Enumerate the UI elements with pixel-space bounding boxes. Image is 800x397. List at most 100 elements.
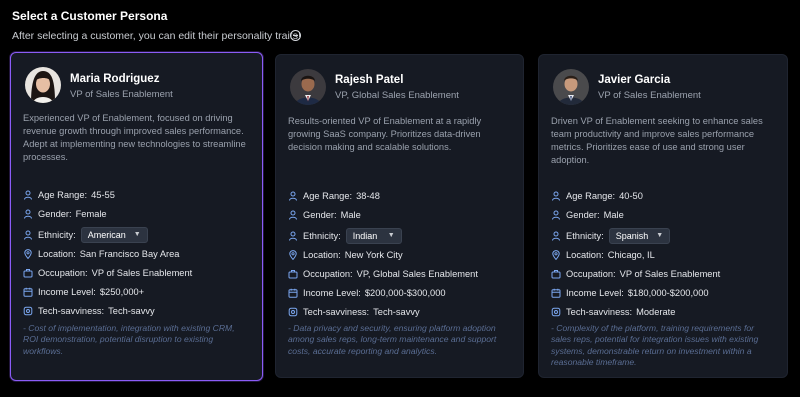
user-icon [551, 191, 561, 201]
persona-role: VP of Sales Enablement [70, 89, 173, 100]
calendar-icon [23, 287, 33, 297]
income-value: $250,000+ [99, 287, 145, 297]
tech-savviness-row: Tech-savviness: Moderate [551, 303, 775, 321]
persona-role: VP of Sales Enablement [598, 90, 701, 101]
occupation-value: VP of Sales Enablement [91, 268, 193, 278]
ethnicity-select[interactable]: Spanish ▼ [608, 227, 671, 244]
avatar [25, 67, 61, 103]
persona-concerns: - Complexity of the platform, training r… [551, 323, 759, 368]
persona-name: Rajesh Patel [335, 74, 404, 86]
location-label: Location: [38, 249, 76, 259]
location-value: San Francisco Bay Area [79, 249, 180, 259]
gender-value: Male [603, 210, 624, 220]
avatar [290, 69, 326, 105]
persona-card[interactable]: Javier Garcia VP of Sales Enablement Dri… [538, 54, 788, 378]
income-row: Income Level: $200,000-$300,000 [288, 284, 511, 302]
persona-concerns: - Data privacy and security, ensuring pl… [288, 323, 497, 356]
location-row: Location: New York City [288, 246, 511, 264]
occupation-value: VP of Sales Enablement [619, 269, 721, 279]
tech-savviness-label: Tech-savviness: [38, 306, 105, 316]
tech-savviness-value: Moderate [636, 307, 676, 317]
age-range-row: Age Range: 45-55 [23, 186, 250, 204]
user-icon [23, 230, 33, 240]
location-value: New York City [344, 250, 403, 260]
persona-name: Maria Rodriguez [70, 73, 160, 85]
briefcase-icon [288, 269, 298, 279]
persona-concerns: - Cost of implementation, integration wi… [23, 323, 235, 356]
ethnicity-select[interactable]: American ▼ [80, 226, 148, 243]
persona-description: Results-oriented VP of Enablement at a r… [288, 116, 482, 152]
persona-name: Javier Garcia [598, 74, 671, 86]
persona-card[interactable]: Maria Rodriguez VP of Sales Enablement E… [10, 52, 263, 381]
occupation-label: Occupation: [303, 269, 353, 279]
occupation-row: Occupation: VP of Sales Enablement [23, 264, 250, 282]
user-icon [288, 191, 298, 201]
age-range-row: Age Range: 38-48 [288, 187, 511, 205]
gender-row: Gender: Male [551, 206, 775, 224]
tech-savviness-label: Tech-savviness: [566, 307, 633, 317]
persona-role: VP, Global Sales Enablement [335, 90, 459, 101]
gender-label: Gender: [38, 209, 72, 219]
occupation-row: Occupation: VP of Sales Enablement [551, 265, 775, 283]
ethnicity-row: Ethnicity: Indian ▼ [288, 225, 511, 246]
page-subtitle: After selecting a customer, you can edit… [12, 30, 301, 42]
occupation-value: VP, Global Sales Enablement [356, 269, 478, 279]
chevron-down-icon: ▼ [133, 231, 141, 238]
map-pin-icon [288, 250, 298, 260]
income-label: Income Level: [38, 287, 96, 297]
collapse-minus-icon[interactable] [290, 30, 301, 41]
calendar-icon [551, 288, 561, 298]
gear-icon [288, 307, 298, 317]
occupation-label: Occupation: [38, 268, 88, 278]
income-label: Income Level: [303, 288, 361, 298]
ethnicity-selected-value: Indian [352, 230, 378, 241]
income-row: Income Level: $250,000+ [23, 283, 250, 301]
tech-savviness-row: Tech-savviness: Tech-savvy [288, 303, 511, 321]
user-icon [23, 190, 33, 200]
income-row: Income Level: $180,000-$200,000 [551, 284, 775, 302]
chevron-down-icon: ▼ [656, 232, 664, 239]
persona-description: Driven VP of Enablement seeking to enhan… [551, 116, 763, 165]
user-icon [23, 209, 33, 219]
ethnicity-label: Ethnicity: [303, 230, 341, 241]
gear-icon [23, 306, 33, 316]
ethnicity-row: Ethnicity: Spanish ▼ [551, 225, 775, 246]
ethnicity-label: Ethnicity: [38, 229, 76, 240]
age-range-label: Age Range: [303, 191, 353, 201]
occupation-label: Occupation: [566, 269, 616, 279]
tech-savviness-label: Tech-savviness: [303, 307, 370, 317]
occupation-row: Occupation: VP, Global Sales Enablement [288, 265, 511, 283]
ethnicity-selected-value: Spanish [615, 230, 649, 241]
avatar [553, 69, 589, 105]
briefcase-icon [23, 268, 33, 278]
map-pin-icon [551, 250, 561, 260]
chevron-down-icon: ▼ [387, 232, 395, 239]
income-value: $200,000-$300,000 [364, 288, 446, 298]
age-range-row: Age Range: 40-50 [551, 187, 775, 205]
gender-label: Gender: [303, 210, 337, 220]
age-range-value: 40-50 [619, 191, 643, 201]
gear-icon [551, 307, 561, 317]
ethnicity-label: Ethnicity: [566, 230, 604, 241]
ethnicity-selected-value: American [87, 229, 126, 240]
tech-savviness-row: Tech-savviness: Tech-savvy [23, 302, 250, 320]
age-range-value: 38-48 [356, 191, 380, 201]
map-pin-icon [23, 249, 33, 259]
persona-card[interactable]: Rajesh Patel VP, Global Sales Enablement… [275, 54, 524, 378]
gender-value: Male [340, 210, 361, 220]
income-label: Income Level: [566, 288, 624, 298]
tech-savviness-value: Tech-savvy [108, 306, 155, 316]
location-row: Location: Chicago, IL [551, 246, 775, 264]
gender-row: Gender: Male [288, 206, 511, 224]
location-label: Location: [566, 250, 604, 260]
gender-value: Female [75, 209, 107, 219]
age-range-label: Age Range: [38, 190, 88, 200]
gender-row: Gender: Female [23, 205, 250, 223]
ethnicity-select[interactable]: Indian ▼ [345, 227, 402, 244]
persona-description: Experienced VP of Enablement, focused on… [23, 113, 246, 162]
age-range-label: Age Range: [566, 191, 616, 201]
income-value: $180,000-$200,000 [627, 288, 709, 298]
location-row: Location: San Francisco Bay Area [23, 245, 250, 263]
tech-savviness-value: Tech-savvy [373, 307, 420, 317]
user-icon [288, 231, 298, 241]
